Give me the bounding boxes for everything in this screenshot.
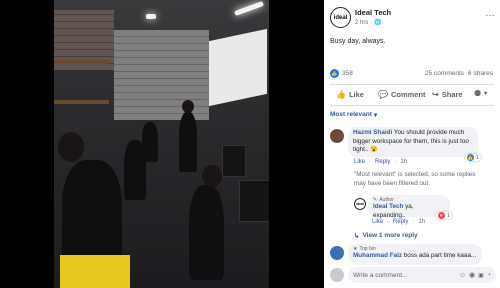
comment-icon: 💬 (378, 89, 388, 99)
comment-reply-link[interactable]: Reply (375, 159, 390, 165)
technician (189, 185, 224, 280)
share-button[interactable]: ↪ Share (432, 90, 463, 99)
post-photo (54, 0, 269, 288)
dot-separator: · (370, 19, 373, 26)
like-reaction-icon: 👍 (330, 69, 339, 78)
yellow-box (60, 255, 130, 288)
commenter-avatar[interactable] (330, 129, 344, 143)
filtered-replies-note: "Most relevant" is selected, so some rep… (354, 171, 476, 187)
view-more-replies-link[interactable]: ↳ View 1 more reply (354, 232, 418, 240)
comment-label: Comment (390, 90, 426, 99)
ceiling-light (146, 14, 156, 19)
reply-age[interactable]: 1h (418, 219, 425, 225)
heart-reaction-icon: ♥ (438, 212, 445, 219)
comment-reactions[interactable]: 👍 1 (465, 154, 482, 161)
share-count[interactable]: 6 shares (468, 70, 493, 77)
shelf (54, 100, 109, 104)
comment-button[interactable]: 💬 Comment (378, 90, 426, 99)
comment-content: Muhammad Faiz boss ada part time kaaa... (353, 252, 477, 261)
divider (330, 84, 494, 85)
like-label: Like (348, 90, 364, 99)
chevron-down-icon: ▾ (373, 112, 378, 119)
comment-author[interactable]: Hazmi Shaidi (353, 129, 392, 136)
reply-author[interactable]: Ideal Tech (373, 203, 403, 210)
share-icon: ↪ (432, 89, 439, 99)
commenter-avatar[interactable] (330, 246, 344, 260)
more-options-icon[interactable]: … (485, 8, 495, 19)
comment-count[interactable]: 25 comments (425, 70, 464, 77)
photo-viewer (0, 0, 324, 288)
brick-wall (114, 30, 209, 120)
reaction-count: 358 (342, 70, 353, 77)
comment-actions: Like · Reply · 1h (354, 159, 407, 165)
comment-content: Hazmi Shaidi You should provide much big… (353, 129, 473, 155)
thumbs-up-icon: 👍 (336, 89, 346, 99)
reply-author-avatar[interactable]: ideal (354, 198, 366, 210)
reply-content: Ideal Tech ya, expanding.. (373, 203, 445, 220)
shelf (54, 60, 109, 64)
current-user-avatar (330, 268, 344, 282)
dot-separator: · (387, 219, 390, 225)
engagement-counts: 25 comments 6 shares (425, 70, 493, 77)
emoji: 😮 (370, 146, 378, 153)
post-caption: Busy day, always. (330, 38, 386, 45)
comment-composer[interactable]: Write a comment... ☺ ◉ ▣ ◔ (348, 267, 496, 283)
technician-head (182, 100, 194, 113)
reply-reaction-count: 1 (447, 212, 451, 219)
comment-bubble: ★ Top fan Muhammad Faiz boss ada part ti… (348, 244, 482, 265)
dot-separator: · (369, 159, 372, 165)
comment-reaction-count: 1 (476, 154, 480, 161)
technician (142, 122, 158, 162)
page-logo: ideal (356, 202, 364, 206)
reply-like-link[interactable]: Like (372, 219, 383, 225)
comment-text: boss ada part time kaaa... (403, 252, 477, 259)
comment-bubble: Hazmi Shaidi You should provide much big… (348, 127, 478, 157)
computer-case (239, 180, 269, 222)
reply-arrow-icon: ↳ (354, 233, 360, 240)
reaction-summary[interactable]: 👍 358 (330, 69, 353, 78)
reply-actions: Like · Reply · 1h (372, 219, 425, 225)
technician-head (58, 132, 84, 162)
like-reaction-icon: 👍 (467, 154, 474, 161)
technician (179, 112, 197, 172)
technician-head (202, 165, 222, 187)
post-time[interactable]: 2 hrs (355, 20, 368, 26)
chevron-down-icon: ▾ (484, 91, 488, 97)
share-label: Share (441, 90, 463, 99)
comment-like-link[interactable]: Like (354, 159, 365, 165)
whiteboard (209, 28, 267, 107)
comment-sort-dropdown[interactable]: Most relevant ▾ (330, 111, 377, 119)
view-more-label: View 1 more reply (362, 232, 418, 239)
comment-input-placeholder[interactable]: Write a comment... (353, 272, 456, 279)
post-author[interactable]: Ideal Tech (355, 8, 391, 17)
dot-separator: · (394, 159, 397, 165)
camera-icon[interactable]: ◉ (469, 271, 475, 279)
audience-icon: ⚉ (474, 89, 482, 98)
reply-reply-link[interactable]: Reply (393, 219, 408, 225)
divider (330, 105, 494, 106)
like-button[interactable]: 👍 Like (336, 90, 364, 99)
comment-age[interactable]: 1h (400, 159, 407, 165)
post-side-panel: ideal Ideal Tech 2 hrs · 🌐 … Busy day, a… (324, 0, 500, 288)
globe-icon: 🌐 (374, 20, 382, 26)
gif-icon[interactable]: ▣ (478, 272, 484, 279)
post-meta: 2 hrs · 🌐 (355, 19, 382, 27)
computer-case (222, 145, 246, 177)
emoji-icon[interactable]: ☺ (459, 272, 466, 279)
reply-reactions[interactable]: ♥ 1 (436, 212, 453, 219)
page-avatar[interactable]: ideal (330, 7, 351, 28)
sort-label: Most relevant (330, 111, 372, 118)
sticker-icon[interactable]: ◔ (487, 272, 491, 279)
page-logo: ideal (333, 14, 348, 21)
ceiling-light (234, 1, 264, 16)
comment-author[interactable]: Muhammad Faiz (353, 252, 402, 259)
audience-selector[interactable]: ⚉ ▾ (474, 90, 487, 98)
technician (62, 160, 122, 270)
dot-separator: · (412, 219, 415, 225)
